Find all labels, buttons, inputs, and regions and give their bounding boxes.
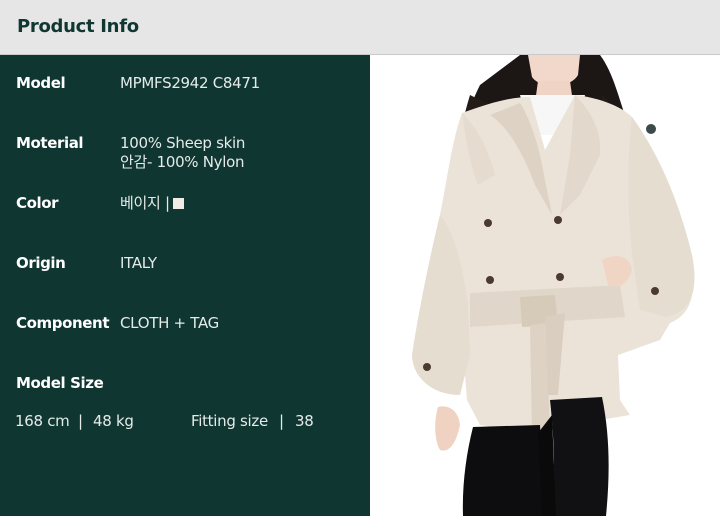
spec-label: Component bbox=[16, 314, 110, 332]
spec-value-line: 안감- 100% Nylon bbox=[120, 153, 245, 171]
spec-value: MPMFS2942 C8471 bbox=[120, 74, 260, 92]
spec-label: Origin bbox=[16, 254, 66, 272]
spec-label: Model bbox=[16, 74, 66, 92]
fitting-size-label: Fitting size bbox=[191, 412, 268, 430]
product-info-header: Product Info bbox=[0, 0, 720, 55]
spec-panel: Model MPMFS2942 C8471 Moterial 100% Shee… bbox=[0, 55, 370, 516]
spec-label: Moterial bbox=[16, 134, 84, 152]
fitting-size-value: 38 bbox=[295, 412, 314, 430]
product-photo bbox=[370, 55, 720, 516]
spec-value: ITALY bbox=[120, 254, 157, 272]
spec-value-line: 100% Sheep skin bbox=[120, 134, 246, 152]
spec-value: 베이지 | bbox=[120, 194, 184, 213]
color-swatch bbox=[172, 198, 184, 209]
model-wearing-coat-image bbox=[412, 55, 695, 516]
spec-value: CLOTH + TAG bbox=[120, 314, 219, 332]
header-title: Product Info bbox=[17, 16, 139, 37]
size-separator: | bbox=[78, 412, 83, 430]
spec-label: Color bbox=[16, 194, 59, 212]
model-size-label: Model Size bbox=[16, 374, 104, 392]
model-height: 168 cm bbox=[15, 412, 70, 430]
spec-value: 100% Sheep skin 안감- 100% Nylon bbox=[120, 134, 245, 172]
model-weight: 48 kg bbox=[93, 412, 134, 430]
size-separator: | bbox=[279, 412, 284, 430]
color-name: 베이지 | bbox=[120, 194, 170, 212]
